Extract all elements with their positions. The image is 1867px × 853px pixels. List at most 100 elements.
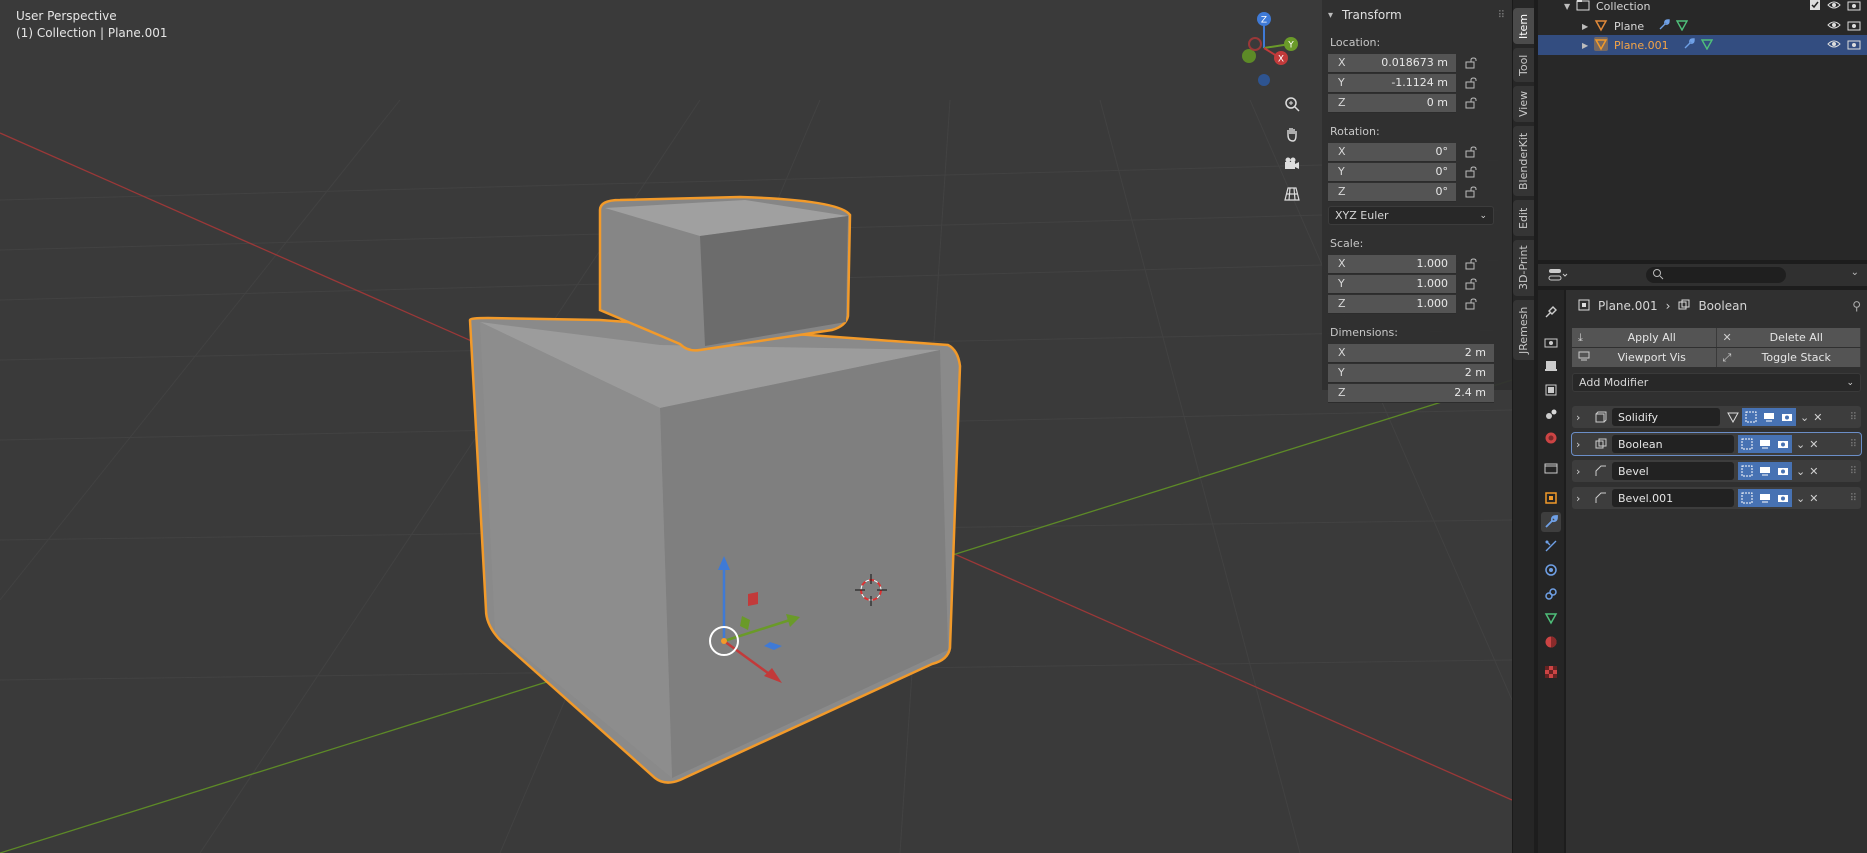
chevron-down-icon[interactable]: ⌄	[1800, 411, 1809, 424]
edit-mode-icon[interactable]	[1742, 408, 1760, 426]
scene-icon[interactable]	[1541, 404, 1561, 424]
tab-blenderkit[interactable]: BlenderKit	[1513, 126, 1534, 196]
modifier-boolean[interactable]: › Boolean ⌄ ✕ ⠿	[1571, 432, 1862, 456]
rotation-y-field[interactable]: Y 0°	[1328, 162, 1456, 182]
edit-mode-icon[interactable]	[1738, 462, 1756, 480]
realtime-monitor-icon[interactable]	[1760, 408, 1778, 426]
chevron-down-icon[interactable]: ⌄	[1796, 492, 1805, 505]
render-camera-icon[interactable]	[1774, 462, 1792, 480]
checkbox-icon[interactable]	[1809, 0, 1821, 14]
modifier-bevel[interactable]: › Bevel ⌄ ✕ ⠿	[1572, 460, 1861, 482]
particles-icon[interactable]	[1541, 536, 1561, 556]
location-z-field[interactable]: Z 0 m	[1328, 93, 1456, 113]
scale-x-field[interactable]: X 1.000	[1328, 254, 1456, 274]
tab-item[interactable]: Item	[1513, 8, 1534, 44]
tab-3d-print[interactable]: 3D-Print	[1513, 240, 1534, 296]
chevron-right-icon[interactable]: ▶	[1582, 41, 1594, 50]
chevron-down-icon[interactable]: ⌄	[1851, 267, 1859, 278]
close-icon[interactable]: ✕	[1809, 465, 1818, 478]
eye-icon[interactable]	[1827, 0, 1841, 14]
view-layer-icon[interactable]	[1541, 380, 1561, 400]
tab-edit[interactable]: Edit	[1513, 200, 1534, 236]
texture-icon[interactable]	[1541, 662, 1561, 682]
add-modifier-dropdown[interactable]: Add Modifier ⌄	[1572, 373, 1861, 392]
edit-mode-icon[interactable]	[1738, 435, 1756, 453]
eye-icon[interactable]	[1827, 38, 1841, 53]
chevron-right-icon[interactable]: ›	[1576, 465, 1590, 478]
physics-icon[interactable]	[1541, 560, 1561, 580]
unlock-icon[interactable]	[1456, 57, 1486, 69]
scale-z-field[interactable]: Z 1.000	[1328, 294, 1456, 314]
unlock-icon[interactable]	[1456, 298, 1486, 310]
modifier-wrench-icon[interactable]	[1541, 512, 1561, 532]
unlock-icon[interactable]	[1456, 97, 1486, 109]
camera-view-icon[interactable]	[1277, 151, 1307, 177]
world-icon[interactable]	[1541, 428, 1561, 448]
render-camera-icon[interactable]	[1774, 489, 1792, 507]
close-icon[interactable]: ✕	[1813, 411, 1822, 424]
editor-type-icon[interactable]	[1548, 267, 1568, 286]
pin-icon[interactable]: ⚲	[1852, 299, 1861, 313]
unlock-icon[interactable]	[1456, 258, 1486, 270]
edit-mode-icon[interactable]	[1738, 489, 1756, 507]
chevron-right-icon[interactable]: ›	[1576, 492, 1590, 505]
zoom-icon[interactable]	[1277, 91, 1307, 117]
chevron-down-icon[interactable]: ▼	[1564, 2, 1576, 11]
render-camera-icon[interactable]	[1778, 408, 1796, 426]
drag-grip-icon[interactable]: ⠿	[1850, 412, 1857, 423]
chevron-down-icon[interactable]: ⌄	[1796, 465, 1805, 478]
camera-icon[interactable]	[1847, 0, 1861, 14]
drag-grip-icon[interactable]: ⠿	[1850, 466, 1857, 477]
tab-jremesh[interactable]: JRemesh	[1513, 300, 1534, 360]
modifier-name-field[interactable]: Bevel	[1612, 462, 1734, 480]
mesh-data-icon[interactable]	[1541, 608, 1561, 628]
chevron-down-icon[interactable]: ⌄	[1796, 438, 1805, 451]
chevron-right-icon[interactable]: ›	[1576, 438, 1590, 451]
tab-view[interactable]: View	[1513, 86, 1534, 122]
ortho-grid-icon[interactable]	[1277, 181, 1307, 207]
render-camera-icon[interactable]	[1774, 435, 1792, 453]
modifier-solidify[interactable]: › Solidify ⌄ ✕ ⠿	[1572, 406, 1861, 428]
eye-icon[interactable]	[1827, 19, 1841, 34]
dimensions-x-field[interactable]: X 2 m	[1328, 343, 1494, 363]
apply-all-button[interactable]: ⤓ Apply All	[1572, 328, 1717, 347]
drag-grip-icon[interactable]: ⠿	[1850, 439, 1857, 450]
chevron-right-icon[interactable]: ›	[1576, 411, 1590, 424]
rotation-mode-select[interactable]: XYZ Euler ⌄	[1328, 206, 1494, 225]
properties-search-input[interactable]	[1646, 267, 1786, 283]
pan-hand-icon[interactable]	[1277, 121, 1307, 147]
collection-icon[interactable]	[1541, 458, 1561, 478]
drag-grip-icon[interactable]: ⠿	[1498, 10, 1506, 21]
unlock-icon[interactable]	[1456, 77, 1486, 89]
rotation-x-field[interactable]: X 0°	[1328, 142, 1456, 162]
on-cage-icon[interactable]	[1724, 408, 1742, 426]
modifier-name-field[interactable]: Boolean	[1612, 435, 1734, 453]
modifier-name-field[interactable]: Solidify	[1612, 408, 1720, 426]
toggle-stack-button[interactable]: ⤢ Toggle Stack	[1716, 348, 1861, 367]
dimensions-y-field[interactable]: Y 2 m	[1328, 363, 1494, 383]
location-x-field[interactable]: X 0.018673 m	[1328, 53, 1456, 73]
close-icon[interactable]: ✕	[1809, 438, 1818, 451]
unlock-icon[interactable]	[1456, 278, 1486, 290]
chevron-right-icon[interactable]: ▶	[1582, 22, 1594, 31]
material-icon[interactable]	[1541, 632, 1561, 652]
modifier-bevel-001[interactable]: › Bevel.001 ⌄ ✕ ⠿	[1572, 487, 1861, 509]
outliner-item-plane[interactable]: ▶ Plane	[1538, 16, 1867, 36]
render-icon[interactable]	[1541, 332, 1561, 352]
location-y-field[interactable]: Y -1.1124 m	[1328, 73, 1456, 93]
navigation-gizmo[interactable]: Z Y X	[1228, 8, 1308, 90]
realtime-monitor-icon[interactable]	[1756, 489, 1774, 507]
close-icon[interactable]: ✕	[1809, 492, 1818, 505]
outliner-item-plane-001[interactable]: ▶ Plane.001	[1538, 35, 1867, 55]
camera-icon[interactable]	[1847, 38, 1861, 53]
transform-panel-header[interactable]: ▾ Transform ⠿	[1328, 6, 1506, 24]
modifier-name-field[interactable]: Bevel.001	[1612, 489, 1734, 507]
dimensions-z-field[interactable]: Z 2.4 m	[1328, 383, 1494, 403]
viewport-3d[interactable]: User Perspective (1) Collection | Plane.…	[0, 0, 1512, 853]
unlock-icon[interactable]	[1456, 166, 1486, 178]
tab-tool[interactable]: Tool	[1513, 48, 1534, 82]
realtime-monitor-icon[interactable]	[1756, 435, 1774, 453]
drag-grip-icon[interactable]: ⠿	[1850, 493, 1857, 504]
outliner-collection-row[interactable]: ▼ Collection	[1538, 0, 1867, 16]
delete-all-button[interactable]: ✕ Delete All	[1716, 328, 1861, 347]
